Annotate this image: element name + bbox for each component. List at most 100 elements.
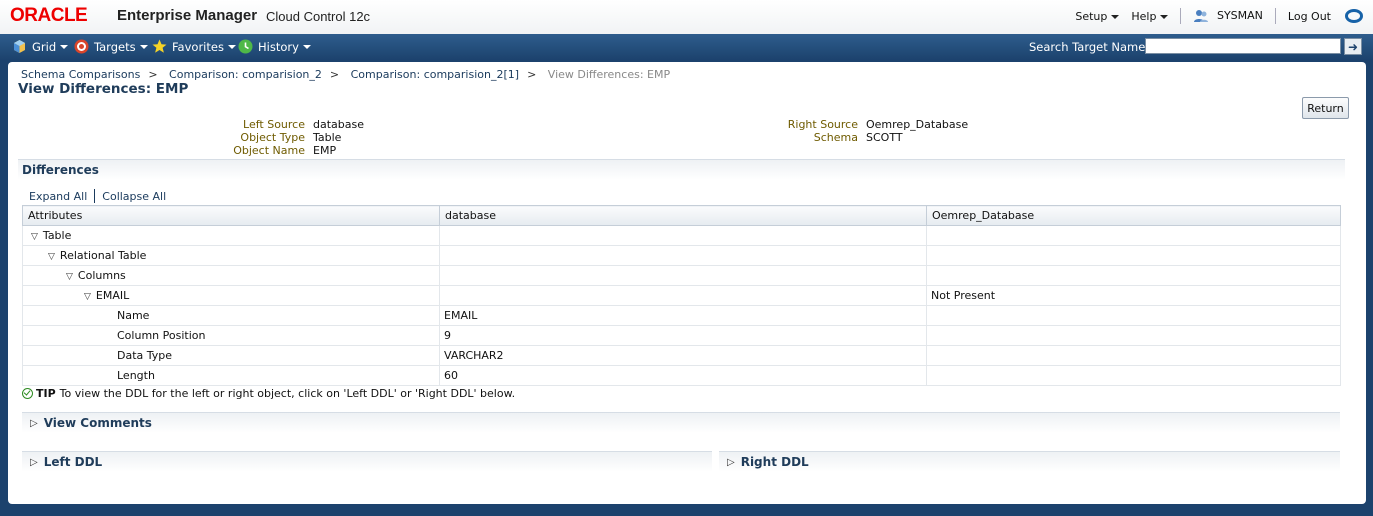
breadcrumb-separator: > <box>527 68 537 81</box>
left-ddl-header[interactable]: ▷ Left DDL <box>22 451 712 472</box>
expand-toggle-icon[interactable]: ▽ <box>31 232 38 242</box>
table-row: Data Type VARCHAR2 <box>22 345 1341 366</box>
attribute-name: Length <box>22 365 440 386</box>
chevron-down-icon <box>1111 14 1120 19</box>
divider <box>1274 8 1276 24</box>
search-label: Search Target Name <box>1029 40 1146 54</box>
differences-header: Differences <box>18 159 1345 180</box>
expand-toggle-icon[interactable]: ▽ <box>84 292 91 302</box>
object-type-value: Table <box>313 131 342 144</box>
product-name: Enterprise Manager <box>117 7 258 24</box>
attribute-name: Column Position <box>22 325 440 346</box>
left-value <box>439 285 927 306</box>
breadcrumb-link[interactable]: Comparison: comparision_2 <box>169 68 322 81</box>
right-value <box>926 325 1341 346</box>
help-menu[interactable]: Help <box>1131 9 1169 23</box>
breadcrumb-separator: > <box>329 68 340 81</box>
tree-node: ▽ Relational Table <box>22 245 440 266</box>
tip-label: TIP <box>36 387 56 400</box>
product-edition: Cloud Control 12c <box>266 9 371 24</box>
setup-menu[interactable]: Setup <box>1075 10 1120 23</box>
schema-label: Schema <box>813 131 858 144</box>
attribute-name: Columns <box>77 269 126 282</box>
table-row: ▽ EMAIL Not Present <box>22 285 1341 306</box>
divider <box>94 189 96 203</box>
search-input[interactable] <box>1145 38 1341 54</box>
tip-text: To view the DDL for the left or right ob… <box>59 387 516 400</box>
schema-value: SCOTT <box>866 131 903 144</box>
column-header-right[interactable]: Oemrep_Database <box>926 205 1341 226</box>
grid-label: Grid <box>32 39 57 54</box>
expand-toggle-icon[interactable]: ▽ <box>48 252 55 262</box>
chevron-down-icon <box>302 44 311 49</box>
table-row: ▽ Relational Table <box>22 245 1341 266</box>
attribute-name: Name <box>22 305 440 326</box>
user-menu[interactable]: SYSMAN <box>1193 9 1263 23</box>
breadcrumb-current: View Differences: EMP <box>547 68 671 81</box>
right-ddl-title: Right DDL <box>740 455 809 469</box>
grid-menu[interactable]: Grid <box>12 39 69 54</box>
tree-node: ▽ EMAIL <box>22 285 440 306</box>
view-comments-title: View Comments <box>43 416 152 430</box>
differences-table: Attributes database Oemrep_Database ▽ Tab… <box>22 205 1341 386</box>
breadcrumb-link[interactable]: Schema Comparisons <box>21 68 140 81</box>
target-icon <box>74 39 89 54</box>
left-value <box>439 245 927 266</box>
column-header-attributes[interactable]: Attributes <box>22 205 440 226</box>
collapse-all-link[interactable]: Collapse All <box>102 190 166 203</box>
help-label: Help <box>1131 9 1157 23</box>
oracle-logo: ORACLE <box>10 5 88 26</box>
right-value: Not Present <box>926 285 1341 306</box>
right-value <box>926 265 1341 286</box>
object-type-label: Object Type <box>240 131 305 144</box>
expand-triangle-icon: ▷ <box>30 417 38 429</box>
expand-triangle-icon: ▷ <box>727 456 735 468</box>
return-button[interactable]: Return <box>1302 97 1349 119</box>
object-name-value: EMP <box>313 144 337 157</box>
chevron-down-icon <box>60 44 69 49</box>
attribute-name: Relational Table <box>59 249 147 262</box>
right-value <box>926 305 1341 326</box>
history-menu[interactable]: History <box>238 39 311 54</box>
breadcrumb-link[interactable]: Comparison: comparision_2[1] <box>351 68 519 81</box>
favorites-menu[interactable]: Favorites <box>152 39 236 54</box>
left-ddl-title: Left DDL <box>43 455 103 469</box>
left-source-value: database <box>313 118 364 131</box>
divider <box>1180 8 1182 24</box>
history-icon <box>238 39 253 54</box>
right-value <box>926 365 1341 386</box>
tip-message: TIP To view the DDL for the left or righ… <box>22 387 515 400</box>
left-source-label: Left Source <box>243 118 305 131</box>
right-value <box>926 245 1341 266</box>
tree-controls: Expand All Collapse All <box>29 189 166 203</box>
differences-title: Differences <box>22 163 99 177</box>
branding-bar: ORACLE Enterprise Manager Cloud Control … <box>0 0 1373 35</box>
user-name: SYSMAN <box>1216 9 1263 22</box>
search-go-button[interactable]: ➜ <box>1344 38 1362 55</box>
favorites-label: Favorites <box>172 39 224 54</box>
left-value: EMAIL <box>439 305 927 326</box>
column-header-left[interactable]: database <box>439 205 927 226</box>
object-name-label: Object Name <box>233 144 305 157</box>
tree-node: ▽ Table <box>22 225 440 246</box>
page-title: View Differences: EMP <box>18 81 189 97</box>
right-ddl-header[interactable]: ▷ Right DDL <box>719 451 1340 472</box>
table-header-row: Attributes database Oemrep_Database <box>22 205 1341 226</box>
table-row: ▽ Columns <box>22 265 1341 286</box>
chevron-down-icon <box>227 44 236 49</box>
global-links: Setup Help SYSMAN Log Out <box>1069 8 1363 24</box>
check-icon <box>22 388 33 399</box>
targets-menu[interactable]: Targets <box>74 39 148 54</box>
view-comments-header[interactable]: ▷ View Comments <box>22 412 1340 433</box>
left-value: 60 <box>439 365 927 386</box>
expand-toggle-icon[interactable]: ▽ <box>66 272 73 282</box>
right-source-value: Oemrep_Database <box>866 118 969 131</box>
left-value: VARCHAR2 <box>439 345 927 366</box>
search-target-type[interactable]: Search Target Name <box>1029 40 1158 54</box>
logout-link[interactable]: Log Out <box>1288 10 1331 23</box>
attribute-name: Table <box>42 229 72 242</box>
right-source-label: Right Source <box>787 118 858 131</box>
tree-node: ▽ Columns <box>22 265 440 286</box>
expand-all-link[interactable]: Expand All <box>29 190 87 203</box>
main-navbar: Grid Targets Favorites History Search Ta… <box>0 34 1373 60</box>
